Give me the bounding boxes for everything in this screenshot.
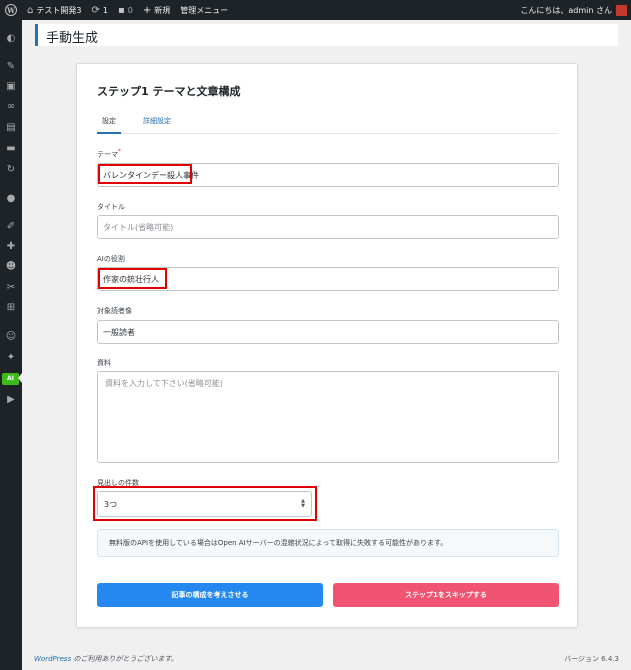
admin-bar: W ⌂ テスト開発3 ⟳ 1 ▪ 0 + 新規 管理メニュー こんにちは、adm…	[0, 0, 631, 20]
page-title-bar: 手動生成	[35, 24, 618, 46]
wordpress-logo-icon[interactable]: W	[0, 0, 22, 20]
dashboard-icon[interactable]: ◐	[5, 33, 17, 45]
updates-icon: ⟳	[91, 4, 100, 16]
play-icon[interactable]: ▶	[5, 394, 17, 406]
settings-icon[interactable]: ⊞	[5, 302, 17, 314]
greeting: こんにちは、admin さん	[520, 5, 612, 15]
users-icon[interactable]: ☻	[5, 261, 17, 273]
audience-label: 対象読者像	[97, 307, 132, 315]
card-title: ステップ1 テーマと文章構成	[97, 85, 241, 98]
admin-sidebar: ◐ ✎ ▣ ∞ ▤ ▬ ↻ ● ✐ ✚ ☻ ✂ ⊞ ☺ ✦ AI ▶	[0, 20, 22, 670]
comment-icon: ▪	[117, 4, 125, 16]
profile-icon[interactable]: ☺	[5, 331, 17, 343]
ai-role-label: AIの役割	[97, 255, 125, 263]
step1-card: ステップ1 テーマと文章構成 設定 詳細設定 テーマ* バレンタインデー殺人事件…	[76, 63, 578, 628]
my-account-link[interactable]: こんにちは、admin さん	[515, 0, 631, 20]
heading-count-highlight	[93, 486, 317, 521]
brush-icon[interactable]: ✐	[5, 221, 17, 233]
admin-menu-link[interactable]: 管理メニュー	[175, 0, 233, 20]
skip-step1-button[interactable]: ステップ1をスキップする	[333, 583, 559, 607]
site-name: テスト開発3	[36, 5, 82, 15]
theme-label: テーマ*	[97, 149, 121, 159]
material-label: 資料	[97, 359, 111, 367]
comments-count: 0	[127, 5, 133, 15]
updates-link[interactable]: ⟳ 1	[86, 0, 112, 20]
comments-link[interactable]: ▪ 0	[113, 0, 138, 20]
pages-icon[interactable]: ▤	[5, 122, 17, 134]
tools-icon[interactable]: ✂	[5, 282, 17, 294]
page-title: 手動生成	[46, 31, 99, 46]
footer-thanks-text: のご利用ありがとうございます。	[71, 655, 178, 663]
title-input[interactable]: タイトル(省略可能)	[97, 215, 559, 239]
media-icon[interactable]: ▣	[5, 81, 17, 93]
required-mark: *	[118, 149, 121, 155]
avatar	[616, 4, 627, 16]
title-label: タイトル	[97, 203, 125, 211]
theme-label-text: テーマ	[97, 150, 118, 159]
wordpress-link[interactable]: WordPress	[34, 655, 71, 663]
material-textarea[interactable]: 資料を入力して下さい(省略可能)	[97, 371, 559, 463]
audience-input[interactable]: 一般読者	[97, 320, 559, 344]
refresh-icon[interactable]: ↻	[5, 164, 17, 176]
updates-count: 1	[102, 5, 108, 15]
footer-thanks: WordPress のご利用ありがとうございます。	[34, 654, 178, 664]
drop-icon[interactable]: ●	[5, 193, 17, 205]
home-icon: ⌂	[27, 4, 34, 16]
new-label: 新規	[154, 5, 171, 15]
ai-plugin-icon[interactable]: AI	[2, 373, 19, 385]
api-notice: 無料版のAPIを使用している場合はOpen AIサーバーの混雑状況によって取得に…	[97, 529, 559, 557]
wrench-icon[interactable]: ✦	[5, 352, 17, 364]
ai-role-highlight	[98, 268, 167, 289]
tab-advanced-settings[interactable]: 詳細設定	[143, 116, 171, 134]
theme-highlight	[98, 164, 192, 184]
admin-menu-label: 管理メニュー	[180, 5, 229, 15]
new-content-link[interactable]: + 新規	[138, 0, 175, 20]
comments-icon[interactable]: ▬	[5, 143, 17, 155]
pin-icon[interactable]: ✎	[5, 61, 17, 73]
plus-icon: +	[142, 4, 152, 16]
generate-outline-button[interactable]: 記事の構成を考えさせる	[97, 583, 323, 607]
tab-settings[interactable]: 設定	[97, 116, 121, 134]
current-menu-arrow	[18, 373, 22, 383]
tab-bar: 設定 詳細設定	[97, 112, 558, 134]
plugin-icon[interactable]: ✚	[5, 241, 17, 253]
site-name-link[interactable]: ⌂ テスト開発3	[22, 0, 86, 20]
link-icon[interactable]: ∞	[5, 101, 17, 113]
footer-version: バージョン 6.4.3	[564, 655, 619, 663]
